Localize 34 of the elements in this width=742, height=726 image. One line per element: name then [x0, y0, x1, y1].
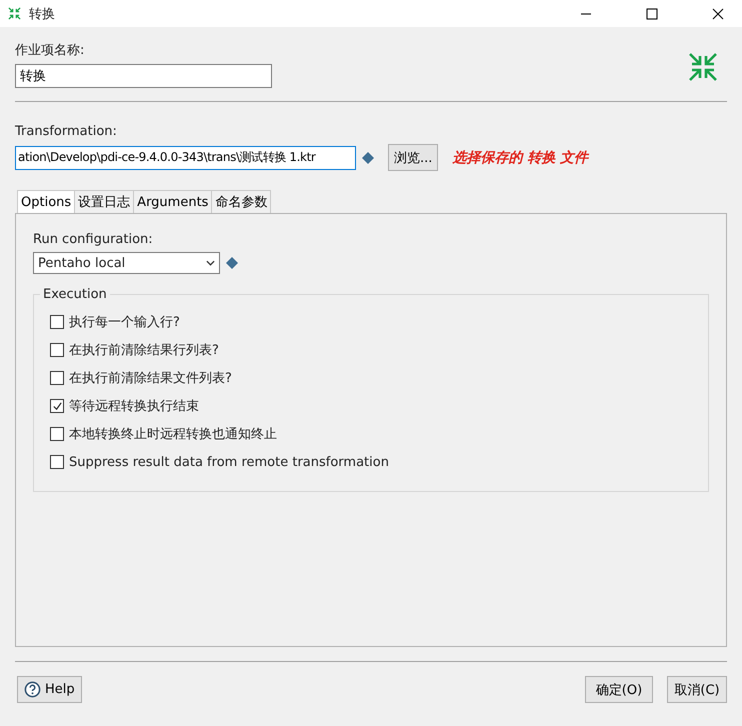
- field-label: 作业项名称:: [15, 42, 86, 59]
- checkbox[interactable]: [50, 343, 64, 357]
- checkbox-label: 执行每一个输入行?: [69, 314, 180, 331]
- ok-button[interactable]: 确定(O): [585, 676, 653, 703]
- checkbox-label: Suppress result data from remote transformation: [69, 454, 389, 470]
- chevron-icon: [206, 260, 215, 266]
- annotation-text: 选择保存的 转换 文件: [452, 148, 588, 166]
- checkbox-label: 在执行前清除结果行列表?: [69, 342, 219, 359]
- cancel-button[interactable]: 取消(C): [667, 676, 727, 703]
- help-icon: [24, 681, 41, 698]
- variable-icon: [362, 152, 374, 164]
- tab[interactable]: 命名参数: [211, 190, 272, 213]
- checkbox[interactable]: [50, 427, 64, 441]
- checkbox[interactable]: [50, 371, 64, 385]
- checkbox[interactable]: [50, 455, 64, 469]
- checkbox[interactable]: [50, 315, 64, 329]
- tab[interactable]: Options: [17, 190, 76, 213]
- checkbox[interactable]: [50, 399, 64, 413]
- help-button[interactable]: Help: [17, 676, 82, 703]
- maximize-icon[interactable]: [646, 8, 658, 20]
- app-icon: [8, 7, 21, 20]
- field-label: Transformation:: [15, 124, 118, 139]
- checkbox-label: 本地转换终止时远程转换也通知终止: [69, 426, 277, 443]
- browse-button[interactable]: 浏览...: [388, 144, 438, 171]
- run-configuration-dropdown[interactable]: Pentaho local: [33, 252, 220, 274]
- job-name-field[interactable]: 转换: [15, 64, 272, 88]
- window-title: 转换: [29, 6, 55, 22]
- field-label: Run configuration:: [33, 232, 154, 247]
- shrink-arrows-icon: [687, 51, 719, 83]
- close-icon[interactable]: [712, 8, 724, 20]
- variable-icon: [226, 257, 238, 269]
- checkbox-label: 等待远程转换执行结束: [69, 398, 199, 415]
- transformation-path-field[interactable]: ation\Develop\pdi-ce-9.4.0.0-343\trans\测试转换 1.ktr: [15, 146, 356, 170]
- checkbox-label: 在执行前清除结果文件列表?: [69, 370, 232, 387]
